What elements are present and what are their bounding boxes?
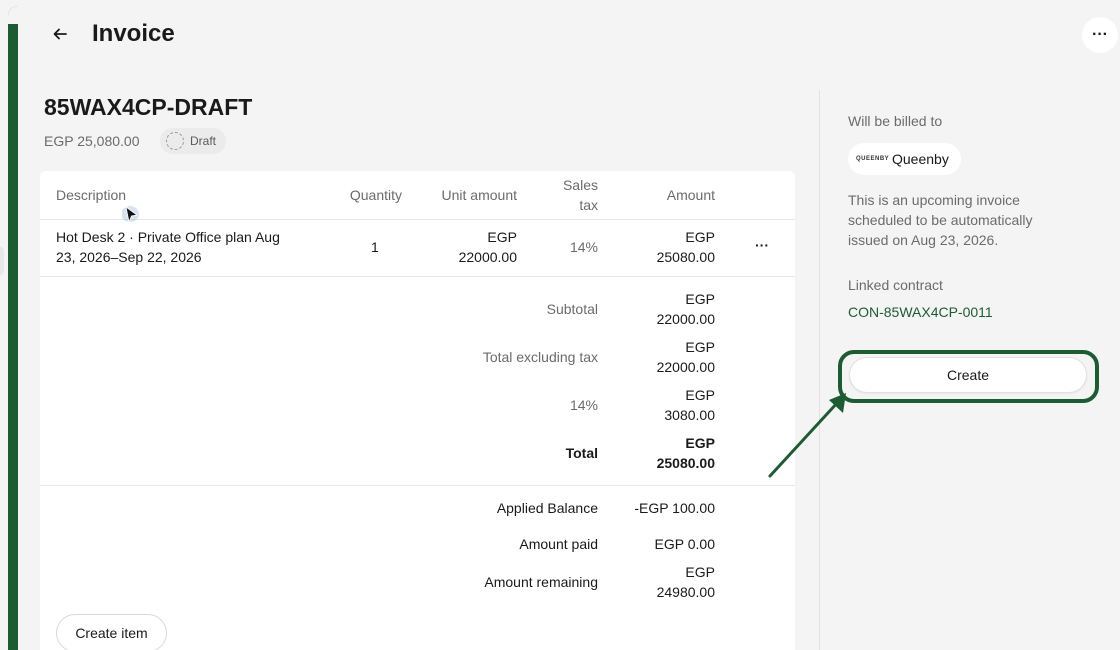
excl-currency: EGP xyxy=(685,339,715,355)
tax-amount: 3080.00 xyxy=(664,407,715,423)
amount-paid-value: EGP 0.00 xyxy=(654,536,715,552)
item-unit-currency: EGP xyxy=(487,229,517,245)
subtotal-value: EGP 22000.00 xyxy=(635,289,715,329)
total-value: EGP 25080.00 xyxy=(635,433,715,473)
tax-label: 14% xyxy=(569,397,598,413)
item-description: Hot Desk 2 · Private Office plan Aug 23,… xyxy=(56,227,316,267)
remaining-currency: EGP xyxy=(685,564,715,580)
more-horizontal-icon: ··· xyxy=(1092,26,1108,43)
column-header-amount: Amount xyxy=(666,187,715,203)
divider xyxy=(40,219,795,220)
more-options-button[interactable]: ··· xyxy=(1082,17,1118,53)
total-label: Total xyxy=(565,445,598,461)
accent-bar xyxy=(8,6,18,650)
total-excluding-tax-label: Total excluding tax xyxy=(482,349,598,365)
invoice-total-summary: EGP 25,080.00 xyxy=(44,133,140,149)
status-badge-label: Draft xyxy=(190,134,217,148)
divider xyxy=(40,276,795,277)
item-unit-value: 22000.00 xyxy=(458,249,517,265)
linked-contract-label: Linked contract xyxy=(848,277,943,293)
total-currency: EGP xyxy=(685,435,715,451)
subtotal-amount: 22000.00 xyxy=(656,311,715,327)
customer-chip[interactable]: QUEENBY Queenby xyxy=(848,143,961,175)
tax-currency: EGP xyxy=(685,387,715,403)
invoice-number: 85WAX4CP-DRAFT xyxy=(44,94,253,120)
amount-remaining-label: Amount remaining xyxy=(484,574,598,590)
subtotal-currency: EGP xyxy=(685,291,715,307)
column-header-description: Description xyxy=(56,187,127,203)
back-button[interactable] xyxy=(48,22,72,46)
subtotal-label: Subtotal xyxy=(546,301,598,317)
amount-paid-label: Amount paid xyxy=(519,536,598,552)
total-excluding-tax-value: EGP 22000.00 xyxy=(635,337,715,377)
item-tax: 14% xyxy=(569,239,598,255)
amount-remaining-value: EGP 24980.00 xyxy=(635,562,715,602)
status-badge: Draft xyxy=(160,128,227,154)
applied-balance-value: -EGP 100.00 xyxy=(634,500,715,516)
pointer-cursor-icon xyxy=(122,206,139,224)
excl-amount: 22000.00 xyxy=(656,359,715,375)
customer-logo: QUEENBY xyxy=(856,156,890,162)
item-amount: EGP 25080.00 xyxy=(635,227,715,267)
left-rail xyxy=(0,0,20,650)
column-header-sales-tax-line2: tax xyxy=(579,197,598,213)
row-more-button[interactable]: ··· xyxy=(752,237,772,257)
column-header-quantity: Quantity xyxy=(349,187,402,203)
customer-name: Queenby xyxy=(892,151,949,167)
back-arrow-icon xyxy=(53,28,67,40)
applied-balance-label: Applied Balance xyxy=(496,500,598,516)
item-description-line1: Hot Desk 2 · Private Office plan Aug xyxy=(56,229,280,245)
column-header-unit-amount: Unit amount xyxy=(441,187,517,203)
rail-handle[interactable] xyxy=(0,246,4,276)
more-horizontal-icon: ··· xyxy=(755,237,769,253)
line-items-card: Description Quantity Unit amount Sales t… xyxy=(40,171,795,650)
remaining-amount: 24980.00 xyxy=(656,584,715,600)
billing-sidebar: Will be billed to QUEENBY Queenby This i… xyxy=(819,90,1120,650)
item-amount-currency: EGP xyxy=(685,229,715,245)
create-button[interactable]: Create xyxy=(849,357,1087,393)
total-amount: 25080.00 xyxy=(656,455,715,471)
item-unit-amount: EGP 22000.00 xyxy=(417,227,517,267)
item-amount-value: 25080.00 xyxy=(656,249,715,265)
tax-value: EGP 3080.00 xyxy=(635,385,715,425)
divider xyxy=(40,485,795,486)
column-header-sales-tax-line1: Sales xyxy=(562,177,598,193)
item-description-line2: 23, 2026–Sep 22, 2026 xyxy=(56,249,202,265)
billed-to-label: Will be billed to xyxy=(848,113,943,129)
page-title: Invoice xyxy=(92,20,175,47)
linked-contract-link[interactable]: CON-85WAX4CP-0011 xyxy=(848,302,993,322)
draft-status-icon xyxy=(166,132,184,150)
create-item-button[interactable]: Create item xyxy=(56,614,167,650)
column-header-sales-tax: Sales tax xyxy=(540,175,598,215)
upcoming-invoice-note: This is an upcoming invoice scheduled to… xyxy=(848,192,1033,248)
item-quantity: 1 xyxy=(371,239,379,255)
page-header: Invoice ··· xyxy=(20,0,1120,70)
